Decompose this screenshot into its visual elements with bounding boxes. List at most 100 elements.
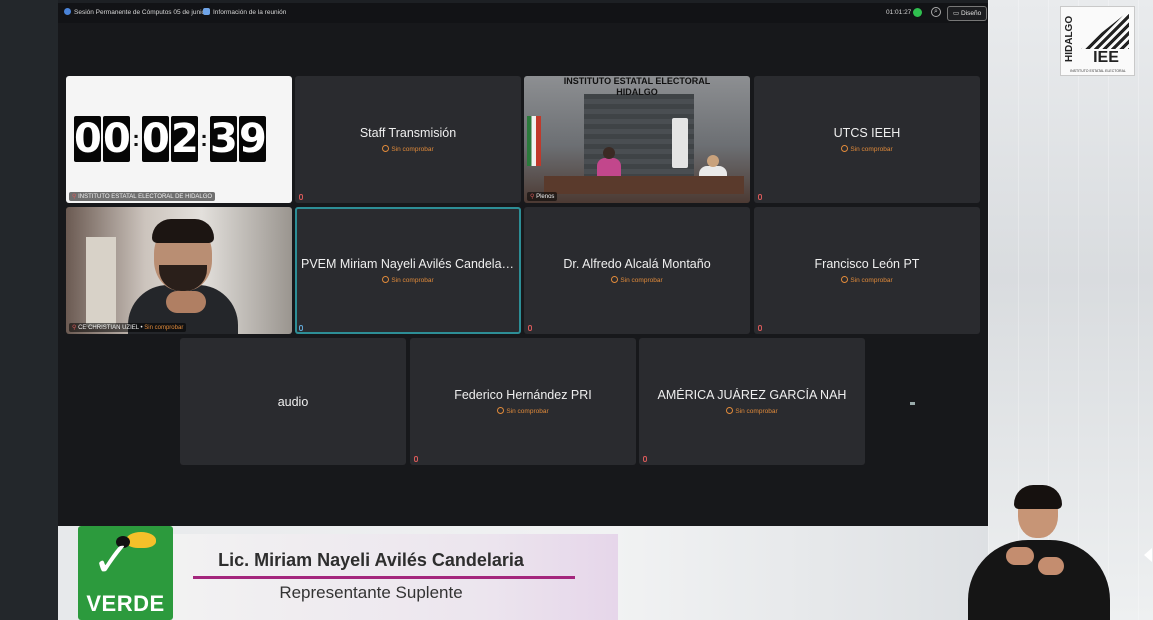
connection-status-icon <box>913 8 922 17</box>
participant-name: AMÉRICA JUÁREZ GARCÍA NAH <box>657 388 847 402</box>
participant-tile-pvem[interactable]: PVEM Miriam Nayeli Avilés Candelaria Sin… <box>295 207 521 334</box>
timer-colon: : <box>200 126 208 151</box>
participant-name: UTCS IEEH <box>833 126 901 140</box>
meeting-title-text: Sesión Permanente de Cómputos 05 de juni… <box>74 9 206 16</box>
meeting-info-text: Información de la reunión <box>213 9 287 16</box>
chevron-left-icon[interactable] <box>1144 548 1152 562</box>
mic-off-icon <box>758 194 762 200</box>
participant-name: Dr. Alfredo Alcalá Montaño <box>563 257 711 271</box>
iee-logo-subtext: INSTITUTO ESTATAL ELECTORAL <box>1070 69 1126 73</box>
timer-digit: 0 <box>142 116 170 162</box>
participant-tile-federico[interactable]: Federico Hernández PRI Sin comprobar <box>410 338 636 465</box>
participant-name: INSTITUTO ESTATAL ELECTORAL DE HIDALGO <box>78 194 213 200</box>
participant-tile-leon[interactable]: Francisco León PT Sin comprobar <box>754 207 980 334</box>
countdown-timer: 0 0 : 0 2 : 3 9 <box>74 116 268 162</box>
participant-name: Francisco León PT <box>814 257 920 271</box>
participant-name-tag: ⚲ Plenos <box>527 192 558 201</box>
iee-mark-icon <box>1081 11 1129 49</box>
layout-button[interactable]: ▭ Diseño <box>947 6 988 21</box>
participant-name: Staff Transmisión <box>359 126 457 140</box>
timer-digit: 0 <box>103 116 131 162</box>
party-logo: ✓ VERDE <box>78 526 173 620</box>
participant-name: Federico Hernández PRI <box>454 388 592 402</box>
zoom-icon[interactable]: ⌕ <box>931 7 941 17</box>
v-mark-icon: ✓ <box>92 532 133 588</box>
interpreter-body <box>968 540 1110 620</box>
timer-digit: 3 <box>210 116 238 162</box>
timer-digit: 0 <box>74 116 102 162</box>
meeting-window: Sesión Permanente de Cómputos 05 de juni… <box>58 3 988 526</box>
overflow-indicator <box>910 402 915 405</box>
participant-hand <box>166 291 206 313</box>
interpreter-hand <box>1006 547 1034 565</box>
iee-logo-text: IEE <box>1093 49 1119 66</box>
status-text: Sin comprobar <box>144 325 184 331</box>
participant-tile-staff[interactable]: Staff Transmisión Sin comprobar <box>295 76 521 203</box>
left-backdrop <box>0 0 58 620</box>
participant-hair <box>152 219 214 243</box>
participant-name-tag: ⚲ INSTITUTO ESTATAL ELECTORAL DE HIDALGO <box>69 192 216 201</box>
mic-off-icon <box>528 325 532 331</box>
status-text: Sin comprobar <box>391 277 434 284</box>
status-text: Sin comprobar <box>620 277 663 284</box>
status-text: Sin comprobar <box>391 146 434 153</box>
speaker-role: Representante Suplente <box>279 583 463 602</box>
participant-status: Sin comprobar <box>754 276 980 284</box>
participant-tile-christian[interactable]: ⚲ CE CHRISTIAN UZIEL • Sin comprobar <box>66 207 292 334</box>
desk <box>544 176 744 194</box>
iee-logo-side-text: HIDALGO <box>1064 15 1075 63</box>
layout-icon: ▭ <box>953 10 961 17</box>
participant-tile-timer[interactable]: 0 0 : 0 2 : 3 9 ⚲ INSTITUTO ESTATAL ELEC… <box>66 76 292 203</box>
banner-panel: Lic. Miriam Nayeli Avilés Candelaria Rep… <box>173 534 618 620</box>
timer-digit: 9 <box>239 116 267 162</box>
timer-colon: : <box>132 126 140 151</box>
participant-name-tag: ⚲ CE CHRISTIAN UZIEL • Sin comprobar <box>69 323 187 332</box>
meeting-title[interactable]: Sesión Permanente de Cómputos 05 de juni… <box>64 8 205 16</box>
background-door <box>86 237 116 327</box>
emblem-banner <box>672 118 688 168</box>
meeting-icon <box>64 8 71 15</box>
flag-image <box>527 116 541 166</box>
sign-language-interpreter <box>968 485 1110 620</box>
participant-name: audio <box>277 395 309 409</box>
participant-status: Sin comprobar <box>410 407 636 415</box>
participant-tile-utcs[interactable]: UTCS IEEH Sin comprobar <box>754 76 980 203</box>
participant-name: PVEM Miriam Nayeli Avilés Candelaria <box>301 257 516 271</box>
clock-icon <box>611 276 619 283</box>
interpreter-hair <box>1014 485 1062 509</box>
mic-off-icon <box>643 456 647 462</box>
clock-icon <box>497 407 505 414</box>
status-text: Sin comprobar <box>735 408 778 415</box>
participant-tile-alcala[interactable]: Dr. Alfredo Alcalá Montaño Sin comprobar <box>524 207 750 334</box>
speaker-name: Lic. Miriam Nayeli Avilés Candelaria <box>218 550 524 570</box>
layout-label: Diseño <box>960 10 982 17</box>
institute-sign: INSTITUTO ESTATAL ELECTORAL HIDALGO <box>563 76 711 97</box>
participant-status: Sin comprobar <box>295 276 521 284</box>
call-duration: 01:01:27 <box>886 9 912 16</box>
participant-name: CE CHRISTIAN UZIEL <box>78 325 139 331</box>
meeting-topbar: Sesión Permanente de Cómputos 05 de juni… <box>58 3 988 23</box>
participant-tile-audio[interactable]: audio <box>180 338 406 465</box>
shield-icon <box>203 8 210 15</box>
participant-tile-plenos[interactable]: INSTITUTO ESTATAL ELECTORAL HIDALGO ⚲ Pl… <box>524 76 750 203</box>
participant-tile-america[interactable]: AMÉRICA JUÁREZ GARCÍA NAH Sin comprobar <box>639 338 865 465</box>
clock-icon <box>726 407 734 414</box>
banner-divider <box>193 576 575 579</box>
clock-icon <box>382 145 390 152</box>
timer-digit: 2 <box>171 116 199 162</box>
participant-status: Sin comprobar <box>754 145 980 153</box>
clock-icon <box>841 276 849 283</box>
status-text: Sin comprobar <box>850 277 893 284</box>
participant-status: Sin comprobar <box>639 407 865 415</box>
mic-on-icon <box>299 325 303 331</box>
clock-icon <box>841 145 849 152</box>
lower-third-banner: ✓ VERDE Lic. Miriam Nayeli Avilés Candel… <box>78 526 618 620</box>
participant-name: Plenos <box>536 194 555 200</box>
clock-icon <box>382 276 390 283</box>
participant-status: Sin comprobar <box>295 145 521 153</box>
status-text: Sin comprobar <box>506 408 549 415</box>
mic-off-icon <box>414 456 418 462</box>
status-text: Sin comprobar <box>850 146 893 153</box>
meeting-info-link[interactable]: Información de la reunión <box>203 8 286 16</box>
participant-status: Sin comprobar <box>524 276 750 284</box>
